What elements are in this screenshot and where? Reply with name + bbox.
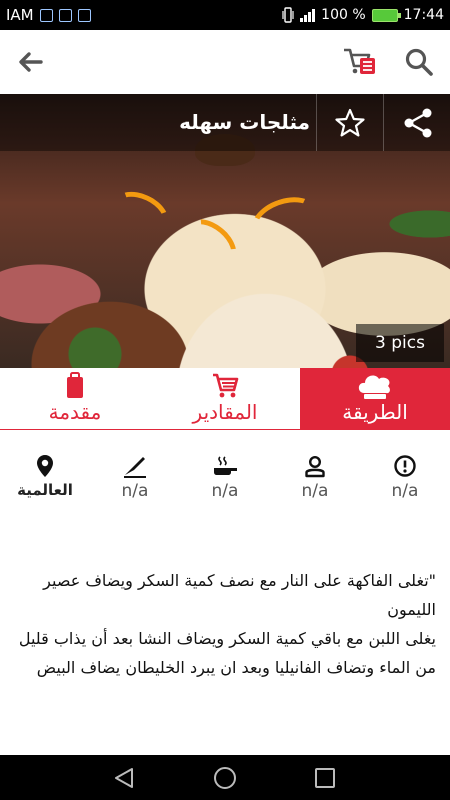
info-value: n/a xyxy=(301,481,329,501)
status-right: 100 % 17:44 xyxy=(282,0,444,30)
photo-count-badge[interactable]: 3 pics xyxy=(356,324,444,362)
arrow-left-icon[interactable] xyxy=(14,46,46,78)
clipboard-icon xyxy=(67,372,83,398)
nav-recents-icon[interactable] xyxy=(314,767,336,789)
star-outline-icon[interactable] xyxy=(334,107,366,139)
recipe-title: مثلجات سهله xyxy=(179,110,310,134)
divider xyxy=(316,94,317,151)
status-bar: IAM 100 % 17:44 xyxy=(0,0,450,30)
gallery-icon xyxy=(77,8,91,22)
location-pin-icon xyxy=(37,455,53,477)
chef-hat-icon xyxy=(358,375,390,399)
share-icon[interactable] xyxy=(402,107,434,139)
knife-icon xyxy=(124,457,146,478)
tab-label: الطريقة xyxy=(342,400,408,424)
search-icon[interactable] xyxy=(403,46,435,78)
info-difficulty: n/a xyxy=(360,430,450,520)
info-servings: n/a xyxy=(270,430,360,520)
orange-peel xyxy=(104,183,176,245)
info-cuisine: العالمية xyxy=(0,430,90,520)
battery-icon xyxy=(371,8,401,22)
tab-label: مقدمة xyxy=(48,400,102,424)
clock: 17:44 xyxy=(403,7,444,23)
tab-label: المقادير xyxy=(192,400,258,424)
info-cook-time: n/a xyxy=(180,430,270,520)
orange-peel xyxy=(174,209,246,279)
cart-list-icon[interactable] xyxy=(342,44,376,78)
alert-circle-icon xyxy=(394,455,416,477)
info-value: n/a xyxy=(211,481,239,501)
tab-method[interactable]: الطريقة xyxy=(300,368,450,429)
info-value: n/a xyxy=(121,481,149,501)
description-line: يغلى اللبن مع باقي كمية السكر ويضاف النش… xyxy=(18,629,436,690)
tab-ingredients[interactable]: المقادير xyxy=(150,368,300,429)
info-value: العالمية xyxy=(17,481,73,499)
hero-title-bar: مثلجات سهله xyxy=(0,94,450,151)
cart-icon xyxy=(213,373,239,398)
person-icon xyxy=(305,455,325,478)
battery-percent: 100 % xyxy=(321,7,366,23)
tab-intro[interactable]: مقدمة xyxy=(0,368,150,429)
app-screen: IAM 100 % 17:44 مثلجات سهله 3 pics الطري… xyxy=(0,0,450,800)
carrier-label: IAM xyxy=(6,6,34,24)
orange-peel xyxy=(244,188,326,256)
notification-icon xyxy=(39,8,53,22)
status-left: IAM xyxy=(6,0,91,30)
recipe-tabs: الطريقة المقادير مقدمة xyxy=(0,368,450,430)
recipe-hero-image[interactable]: مثلجات سهله 3 pics xyxy=(0,94,450,368)
recipe-info-row: n/a n/a n/a n/a العالمية xyxy=(0,430,450,520)
app-toolbar xyxy=(0,30,450,94)
info-prep-time: n/a xyxy=(90,430,180,520)
divider xyxy=(383,94,384,151)
nav-home-icon[interactable] xyxy=(213,766,237,790)
vibrate-icon xyxy=(282,7,294,23)
recipe-description: "تغلى الفاكهة على النار مع نصف كمية السك… xyxy=(16,566,436,690)
description-line: "تغلى الفاكهة على النار مع نصف كمية السك… xyxy=(43,571,436,619)
notification-icon xyxy=(58,8,72,22)
info-value: n/a xyxy=(391,481,419,501)
pan-icon xyxy=(214,456,237,475)
system-nav-bar xyxy=(0,755,450,800)
signal-icon xyxy=(300,8,316,22)
nav-back-icon[interactable] xyxy=(112,767,136,789)
